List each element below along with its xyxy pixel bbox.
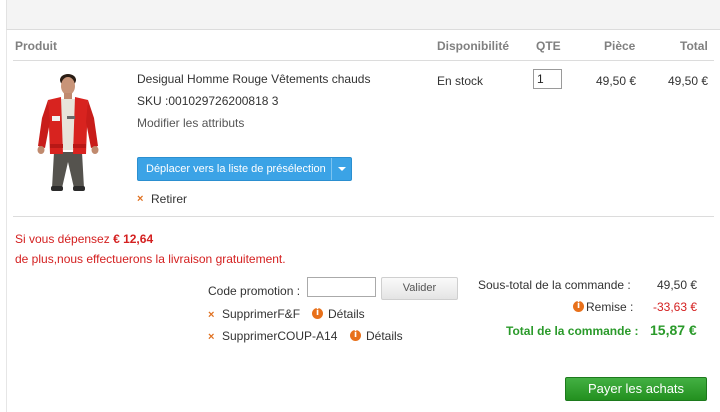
frame-border <box>6 30 7 412</box>
order-total-label: Total de la commande : <box>506 324 639 338</box>
free-shipping-message-line2: de plus,nous effectuerons la livraison g… <box>15 252 286 266</box>
free-shipping-amount: € 12,64 <box>113 232 154 246</box>
move-to-wishlist-button[interactable]: Déplacer vers la liste de présélection <box>137 157 352 181</box>
header-unit-price: Pièce <box>604 39 636 53</box>
free-shipping-message: Si vous dépensez € 12,64 <box>15 232 153 246</box>
unit-price: 49,50 € <box>596 74 637 88</box>
coupon-details-link[interactable]: Détails <box>366 329 403 343</box>
remove-icon[interactable]: × <box>137 194 145 205</box>
discount-label: Remise : <box>586 300 634 314</box>
info-icon[interactable]: i <box>573 301 584 312</box>
header-qty: QTE <box>536 39 561 53</box>
remove-item-link[interactable]: Retirer <box>151 192 187 206</box>
header-divider <box>13 60 714 61</box>
info-icon[interactable]: i <box>350 330 361 341</box>
header-total: Total <box>680 39 708 53</box>
info-icon[interactable]: i <box>312 308 323 319</box>
coupon-input[interactable] <box>307 277 376 297</box>
quantity-input[interactable] <box>533 69 562 89</box>
coupon-details-link[interactable]: Détails <box>328 307 365 321</box>
product-name[interactable]: Desigual Homme Rouge Vêtements chauds <box>137 72 370 86</box>
subtotal-label: Sous-total de la commande : <box>478 278 631 292</box>
edit-attributes-link[interactable]: Modifier les attributs <box>137 116 244 130</box>
product-sku: SKU :001029726200818 3 <box>137 94 279 108</box>
checkout-button[interactable]: Payer les achats <box>565 377 707 401</box>
header-product: Produit <box>15 39 57 53</box>
remove-icon[interactable]: × <box>208 310 216 321</box>
product-image[interactable] <box>18 66 118 194</box>
chevron-down-icon[interactable] <box>331 158 351 180</box>
move-to-wishlist-label: Déplacer vers la liste de présélection <box>146 163 326 175</box>
remove-icon[interactable]: × <box>208 332 216 343</box>
header-availability: Disponibilité <box>437 39 509 53</box>
validate-coupon-button[interactable]: Valider <box>381 277 458 300</box>
coupon-label: Code promotion : <box>208 284 301 298</box>
free-shipping-prefix: Si vous dépensez <box>15 232 110 246</box>
availability-status: En stock <box>437 74 484 88</box>
remove-coupon-ff[interactable]: SupprimerF&F <box>222 307 300 321</box>
discount-value: -33,63 € <box>653 300 698 314</box>
line-total: 49,50 € <box>668 74 709 88</box>
row-divider <box>13 216 714 217</box>
subtotal-value: 49,50 € <box>657 278 698 292</box>
remove-coupon-a14[interactable]: SupprimerCOUP-A14 <box>222 329 337 343</box>
order-total-value: 15,87 € <box>650 322 697 338</box>
top-bar <box>6 0 720 30</box>
